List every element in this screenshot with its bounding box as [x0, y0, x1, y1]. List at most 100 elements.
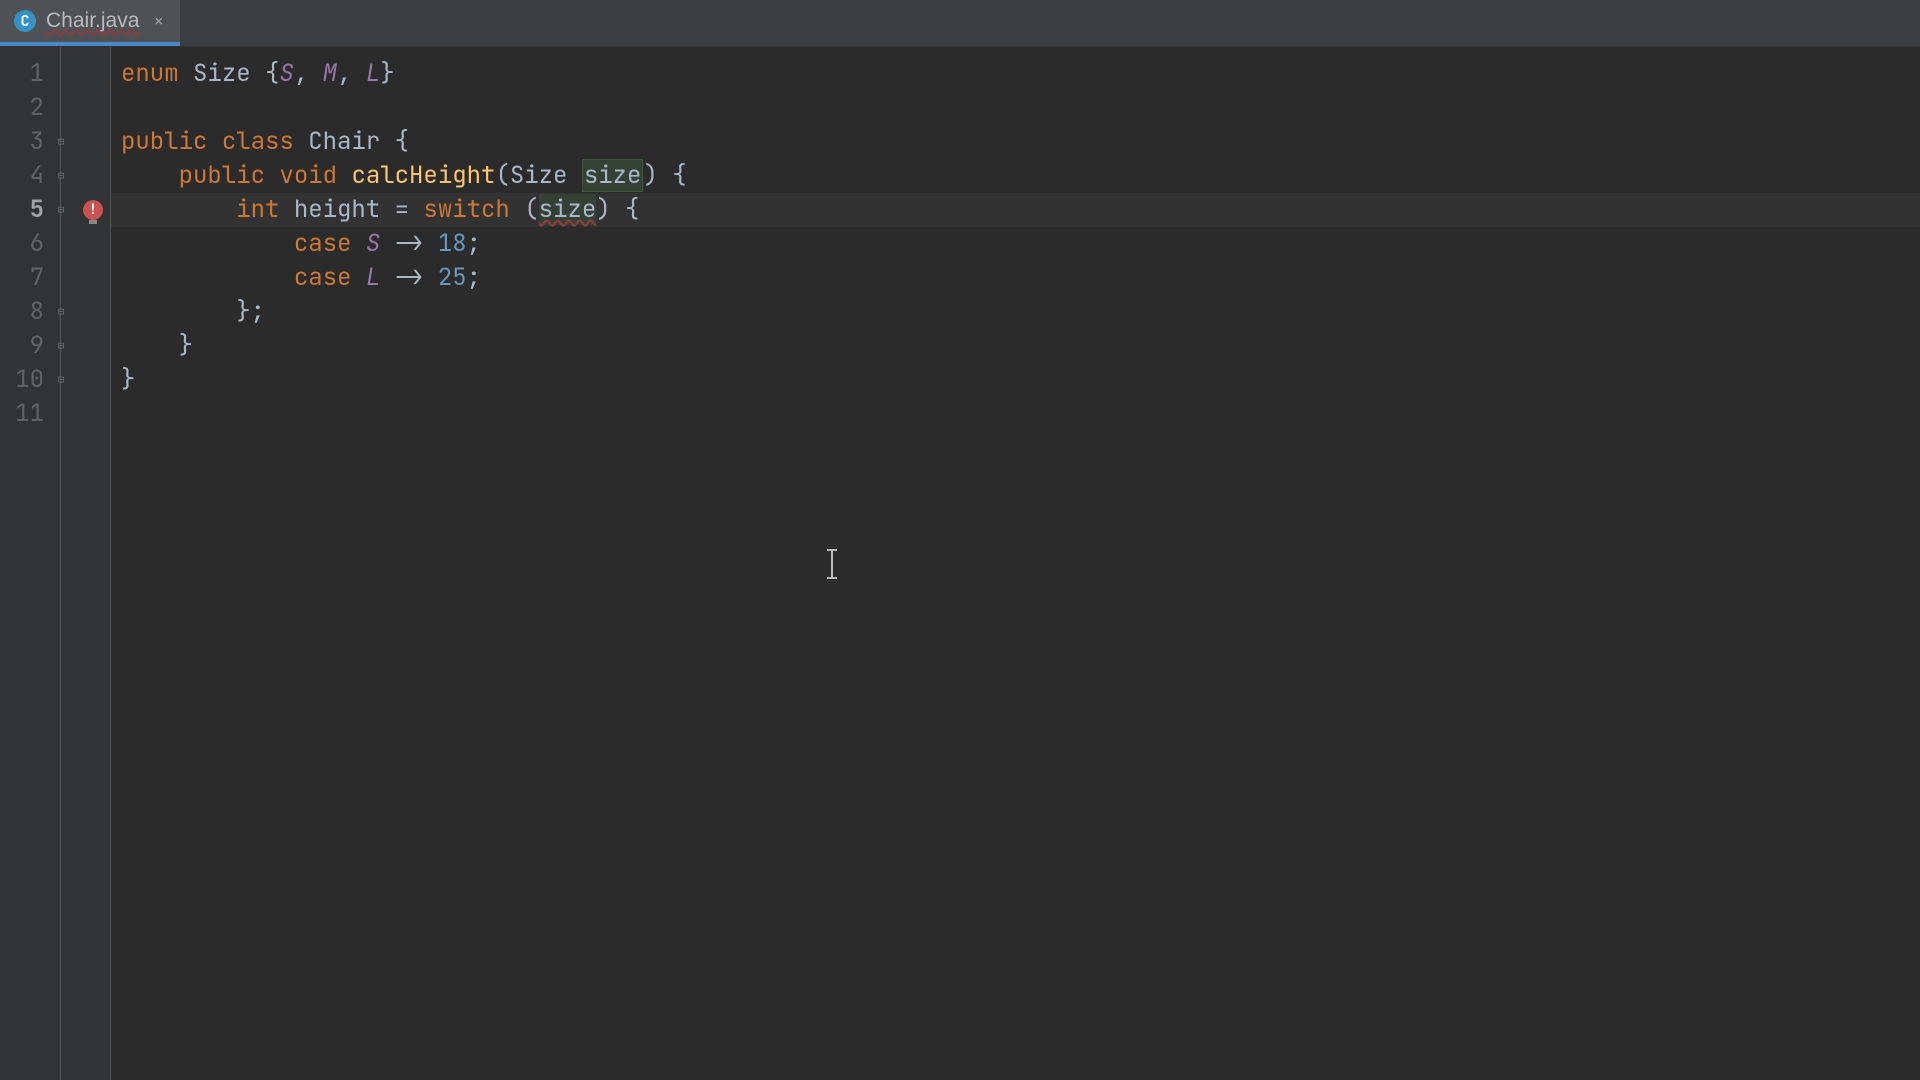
- line-number: 4: [0, 159, 44, 193]
- code-line[interactable]: enum Size {S, M, L}: [121, 57, 1920, 91]
- code-token: ,: [294, 58, 308, 89]
- code-token: ,: [337, 58, 351, 89]
- code-token: [294, 126, 308, 157]
- code-token: ;: [467, 262, 481, 293]
- class-file-icon: C: [14, 10, 36, 32]
- code-token: L: [366, 262, 380, 293]
- line-number: 8: [0, 295, 44, 329]
- code-line[interactable]: }: [121, 363, 1920, 397]
- line-number: 7: [0, 261, 44, 295]
- gutter-fold: ⊟⊟⊟!⊟⊟⊟: [54, 47, 110, 1080]
- code-token: (: [510, 194, 539, 225]
- code-token: [121, 160, 179, 191]
- code-line[interactable]: public class Chair {: [121, 125, 1920, 159]
- line-number: 2: [0, 91, 44, 125]
- code-line[interactable]: [121, 397, 1920, 431]
- line-number: 10: [0, 363, 44, 397]
- code-token: size: [582, 159, 644, 192]
- fold-close-icon[interactable]: ⊟: [54, 373, 68, 387]
- gutter-row: ⊟: [54, 329, 110, 363]
- code-token: S: [366, 228, 380, 259]
- code-token: [658, 160, 672, 191]
- code-token: case: [294, 228, 352, 259]
- code-token: 25: [438, 262, 467, 293]
- code-token: {: [265, 58, 279, 89]
- code-token: [251, 58, 265, 89]
- code-token: ): [643, 160, 657, 191]
- code-token: M: [323, 58, 337, 89]
- code-token: =: [380, 194, 423, 225]
- code-line[interactable]: case S -> 18;: [121, 227, 1920, 261]
- close-icon[interactable]: ×: [149, 10, 164, 33]
- code-line[interactable]: public void calcHeight(Size size) {: [121, 159, 1920, 193]
- text-cursor-icon: [831, 549, 833, 579]
- code-token: };: [236, 296, 265, 327]
- code-token: [179, 58, 193, 89]
- code-token: ->: [380, 228, 438, 259]
- fold-open-icon[interactable]: ⊟: [54, 135, 68, 149]
- line-number: 6: [0, 227, 44, 261]
- gutter-row: ⊟: [54, 363, 110, 397]
- gutter-row: ⊟: [54, 295, 110, 329]
- tab-chair-java[interactable]: C Chair.java ×: [0, 0, 180, 46]
- code-token: 18: [438, 228, 467, 259]
- gutter-row: ⊟!: [54, 193, 110, 227]
- gutter-row: [54, 227, 110, 261]
- code-token: [567, 160, 581, 191]
- code-token: ;: [467, 228, 481, 259]
- code-token: {: [672, 160, 686, 191]
- editor: 1234567891011 ⊟⊟⊟!⊟⊟⊟ enum Size {S, M, L…: [0, 47, 1920, 1080]
- line-number: 5: [0, 193, 44, 227]
- code-token: [351, 228, 365, 259]
- line-number: 9: [0, 329, 44, 363]
- code-token: int: [236, 194, 279, 225]
- code-token: [308, 58, 322, 89]
- gutter-row: ⊟: [54, 125, 110, 159]
- code-token: Size: [193, 58, 251, 89]
- line-number: 11: [0, 397, 44, 431]
- code-token: [351, 262, 365, 293]
- code-token: }: [179, 330, 193, 361]
- code-token: [121, 194, 236, 225]
- fold-open-icon[interactable]: ⊟: [54, 169, 68, 183]
- code-token: L: [366, 58, 380, 89]
- fold-close-icon[interactable]: ⊟: [54, 305, 68, 319]
- error-bulb-icon[interactable]: !: [82, 199, 104, 221]
- code-token: [121, 296, 236, 327]
- code-token: (: [495, 160, 509, 191]
- code-area[interactable]: enum Size {S, M, L}public class Chair { …: [110, 47, 1920, 1080]
- code-token: S: [279, 58, 293, 89]
- code-token: }: [380, 58, 394, 89]
- code-token: height: [294, 194, 380, 225]
- gutter-row: [54, 57, 110, 91]
- code-token: ->: [380, 262, 438, 293]
- code-token: ) {: [596, 194, 639, 225]
- fold-close-icon[interactable]: ⊟: [54, 339, 68, 353]
- code-token: }: [121, 364, 135, 395]
- code-token: Chair: [308, 126, 380, 157]
- code-token: size: [539, 194, 597, 225]
- code-token: [337, 160, 351, 191]
- code-line[interactable]: case L -> 25;: [121, 261, 1920, 295]
- code-token: [351, 58, 365, 89]
- code-token: [380, 126, 394, 157]
- gutter-line-numbers: 1234567891011: [0, 47, 54, 1080]
- code-token: {: [395, 126, 409, 157]
- code-token: [121, 262, 294, 293]
- line-number: 1: [0, 57, 44, 91]
- gutter-row: [54, 261, 110, 295]
- code-line[interactable]: }: [121, 329, 1920, 363]
- code-line[interactable]: };: [121, 295, 1920, 329]
- code-token: [207, 126, 221, 157]
- fold-open-icon[interactable]: ⊟: [54, 203, 68, 217]
- code-token: void: [279, 160, 337, 191]
- code-token: public: [121, 126, 207, 157]
- code-token: Size: [510, 160, 568, 191]
- tab-filename: Chair.java: [46, 9, 139, 33]
- gutter-row: ⊟: [54, 159, 110, 193]
- gutter-row: [54, 91, 110, 125]
- code-token: switch: [423, 194, 509, 225]
- code-line[interactable]: [121, 91, 1920, 125]
- code-token: enum: [121, 58, 179, 89]
- code-token: [121, 228, 294, 259]
